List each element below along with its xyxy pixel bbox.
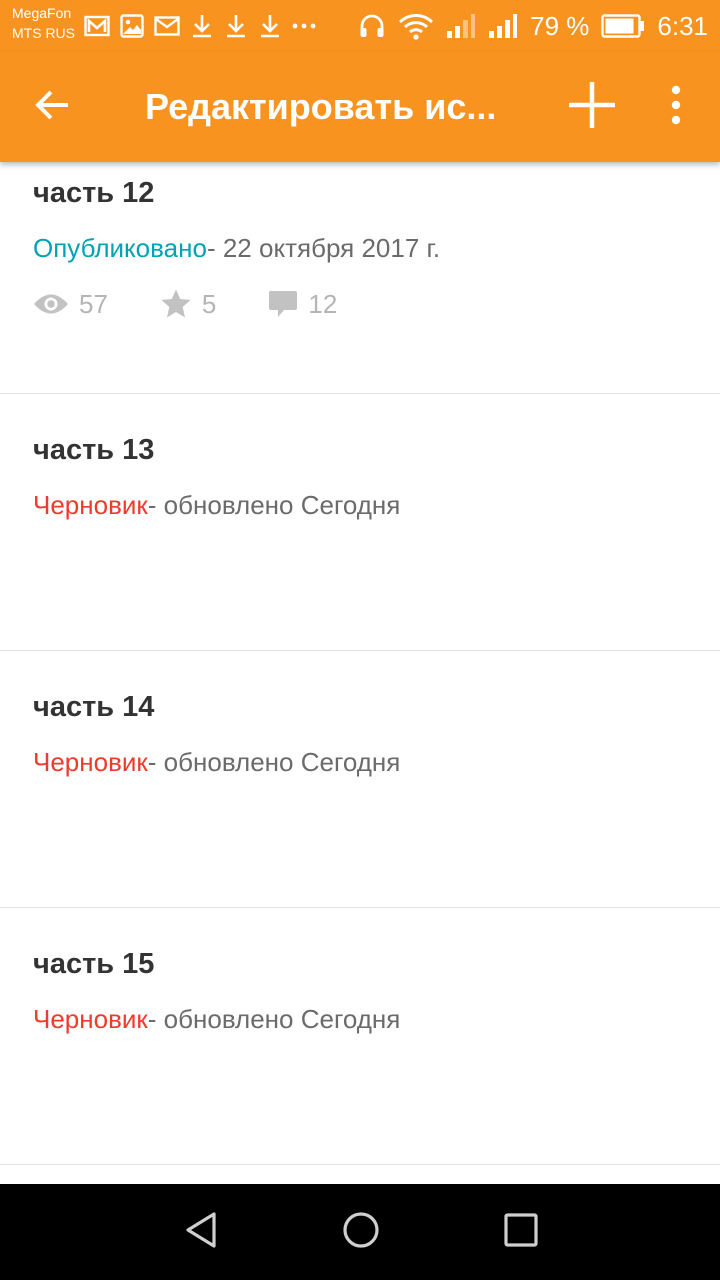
more-options-button[interactable]	[650, 77, 702, 137]
views-count: 57	[79, 288, 108, 319]
recents-square-icon	[501, 1210, 541, 1255]
status-label: Опубликовано	[33, 233, 207, 263]
nav-recents-button[interactable]	[491, 1202, 551, 1262]
status-suffix: - обновлено Сегодня	[147, 747, 401, 777]
part-status: Черновик- обновлено Сегодня	[33, 744, 400, 780]
status-suffix: - обновлено Сегодня	[147, 490, 401, 520]
list-item[interactable]: часть 12 Опубликовано- 22 октября 2017 г…	[0, 162, 720, 394]
nav-back-button[interactable]	[172, 1202, 232, 1262]
back-triangle-icon	[182, 1210, 222, 1255]
toolbar-title: Редактировать ис...	[145, 86, 497, 127]
more-vert-icon	[670, 85, 682, 130]
status-label: Черновик	[33, 490, 148, 520]
back-arrow-icon	[34, 89, 70, 126]
add-part-button[interactable]	[562, 77, 622, 137]
nav-home-button[interactable]	[331, 1202, 391, 1262]
carrier-1: MegaFon	[12, 5, 72, 21]
comment-icon	[268, 289, 308, 319]
part-title: часть 15	[33, 948, 155, 980]
part-status: Опубликовано- 22 октября 2017 г.	[33, 230, 440, 266]
battery-percent: 79 %	[530, 11, 590, 41]
status-suffix: - 22 октября 2017 г.	[206, 233, 441, 263]
battery-icon	[601, 13, 645, 39]
add-icon	[567, 80, 617, 135]
screen: MegaFon MTS RUS 79 % 6:31 Редактировать …	[0, 0, 720, 1280]
part-stats: 57 5 12	[33, 284, 389, 324]
system-status: 79 % 6:31	[358, 8, 708, 44]
home-circle-icon	[341, 1210, 381, 1255]
image-icon	[120, 14, 144, 38]
clock: 6:31	[657, 11, 708, 41]
parts-list: часть 12 Опубликовано- 22 октября 2017 г…	[0, 162, 720, 1184]
star-icon	[160, 288, 202, 320]
list-item[interactable]: часть 14 Черновик- обновлено Сегодня	[0, 651, 720, 908]
signal-icon	[488, 13, 518, 39]
votes-count: 5	[201, 288, 217, 319]
gmail-icon	[84, 15, 110, 37]
votes-stat: 5	[160, 288, 216, 320]
part-status: Черновик- обновлено Сегодня	[33, 487, 400, 523]
headset-icon	[358, 12, 386, 40]
signal-icon	[446, 13, 476, 39]
download-icon	[224, 13, 248, 39]
part-title: часть 12	[33, 177, 155, 209]
views-stat: 57	[33, 289, 108, 320]
comments-count: 12	[308, 288, 338, 319]
status-bar: MegaFon MTS RUS 79 % 6:31	[0, 0, 720, 52]
status-suffix: - обновлено Сегодня	[147, 1004, 401, 1034]
carrier-names: MegaFon MTS RUS	[12, 3, 75, 43]
status-label: Черновик	[33, 1004, 148, 1034]
part-title: часть 13	[33, 434, 155, 466]
download-icon	[258, 13, 282, 39]
toolbar: Редактировать ис...	[0, 52, 720, 162]
mail-icon	[154, 16, 180, 36]
more-notifications-icon	[292, 21, 316, 31]
comments-stat: 12	[268, 289, 337, 320]
eye-icon	[33, 292, 79, 316]
back-button[interactable]	[22, 77, 82, 137]
navigation-bar	[0, 1184, 720, 1280]
list-item[interactable]: часть 13 Черновик- обновлено Сегодня	[0, 394, 720, 651]
wifi-icon	[398, 12, 434, 40]
part-title: часть 14	[33, 691, 155, 723]
carrier-2: MTS RUS	[12, 25, 75, 41]
download-icon	[190, 13, 214, 39]
list-item[interactable]: часть 15 Черновик- обновлено Сегодня	[0, 908, 720, 1165]
part-status: Черновик- обновлено Сегодня	[33, 1001, 400, 1037]
status-label: Черновик	[33, 747, 148, 777]
notification-icons	[84, 12, 316, 40]
